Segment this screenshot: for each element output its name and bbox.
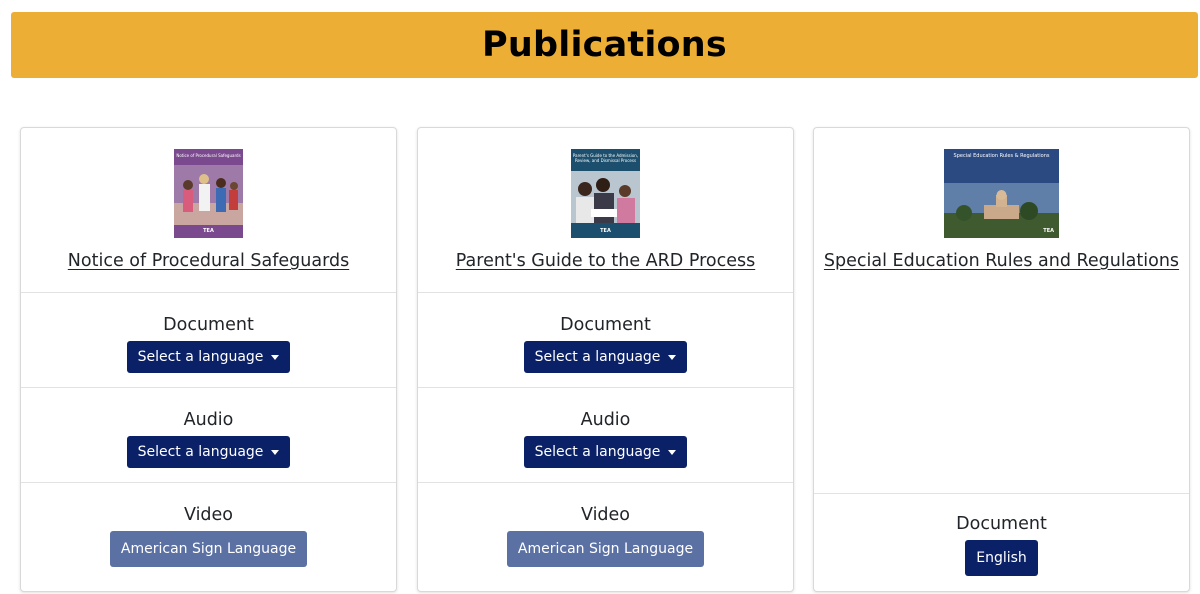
section-label: Video [580, 505, 631, 525]
publication-title-link[interactable]: Special Education Rules and Regulations [824, 251, 1179, 271]
english-document-button[interactable]: English [965, 540, 1038, 576]
cover-title-text: Special Education Rules & Regulations [953, 153, 1050, 159]
audio-section: Audio Select a language [21, 388, 396, 483]
video-section: Video American Sign Language [418, 483, 793, 578]
publication-card-ard-guide: Parent's Guide to the Admission, Review,… [417, 127, 794, 592]
page-title: Publications [482, 25, 727, 65]
caret-down-icon [271, 449, 280, 455]
caret-down-icon [271, 354, 280, 360]
dropdown-label: Select a language [137, 349, 264, 365]
tea-logo: TEA [600, 228, 611, 234]
publication-card-rules-regulations: Special Education Rules & Regulations TE… [813, 127, 1190, 592]
family-photo-icon [571, 171, 640, 223]
asl-video-button[interactable]: American Sign Language [109, 531, 308, 567]
publication-title-link[interactable]: Notice of Procedural Safeguards [68, 251, 349, 271]
audio-language-dropdown[interactable]: Select a language [126, 436, 291, 468]
cover-footer: TEA [174, 224, 243, 238]
publication-card-procedural-safeguards: Notice of Procedural Safeguards TEA Noti… [20, 127, 397, 592]
cover-title-text: Parent's Guide to the Admission, Review,… [572, 153, 639, 163]
cover-image[interactable]: Notice of Procedural Safeguards TEA [174, 149, 243, 238]
caret-down-icon [668, 449, 677, 455]
publication-title-link[interactable]: Parent's Guide to the ARD Process [456, 251, 755, 271]
section-label: Video [183, 505, 234, 525]
video-section: Video American Sign Language [21, 483, 396, 578]
section-label: Audio [183, 410, 234, 430]
publications-header: Publications [11, 12, 1198, 78]
tea-logo: TEA [1043, 228, 1054, 234]
audio-language-dropdown[interactable]: Select a language [523, 436, 688, 468]
document-language-dropdown[interactable]: Select a language [523, 341, 688, 373]
dropdown-label: Select a language [534, 444, 661, 460]
dropdown-label: Select a language [534, 349, 661, 365]
tea-logo: TEA [203, 228, 214, 234]
caret-down-icon [668, 354, 677, 360]
card-header: Notice of Procedural Safeguards TEA Noti… [21, 128, 396, 293]
dropdown-label: Select a language [137, 444, 264, 460]
document-language-dropdown[interactable]: Select a language [126, 341, 291, 373]
asl-video-button[interactable]: American Sign Language [506, 531, 705, 567]
document-section: Document Select a language [21, 293, 396, 388]
document-section: Document English [814, 494, 1189, 589]
section-label: Document [163, 315, 254, 335]
cover-footer: TEA [944, 224, 1059, 238]
cover-image[interactable]: Parent's Guide to the Admission, Review,… [571, 149, 640, 238]
audio-section: Audio Select a language [418, 388, 793, 483]
cover-title-text: Notice of Procedural Safeguards [176, 153, 241, 158]
section-label: Document [560, 315, 651, 335]
document-section: Document Select a language [418, 293, 793, 388]
card-header: Parent's Guide to the Admission, Review,… [418, 128, 793, 293]
cover-image[interactable]: Special Education Rules & Regulations TE… [944, 149, 1059, 238]
children-photo-icon [174, 165, 243, 225]
cover-footer: TEA [571, 224, 640, 238]
section-label: Document [956, 514, 1047, 534]
section-label: Audio [580, 410, 631, 430]
card-header: Special Education Rules & Regulations TE… [814, 128, 1189, 494]
